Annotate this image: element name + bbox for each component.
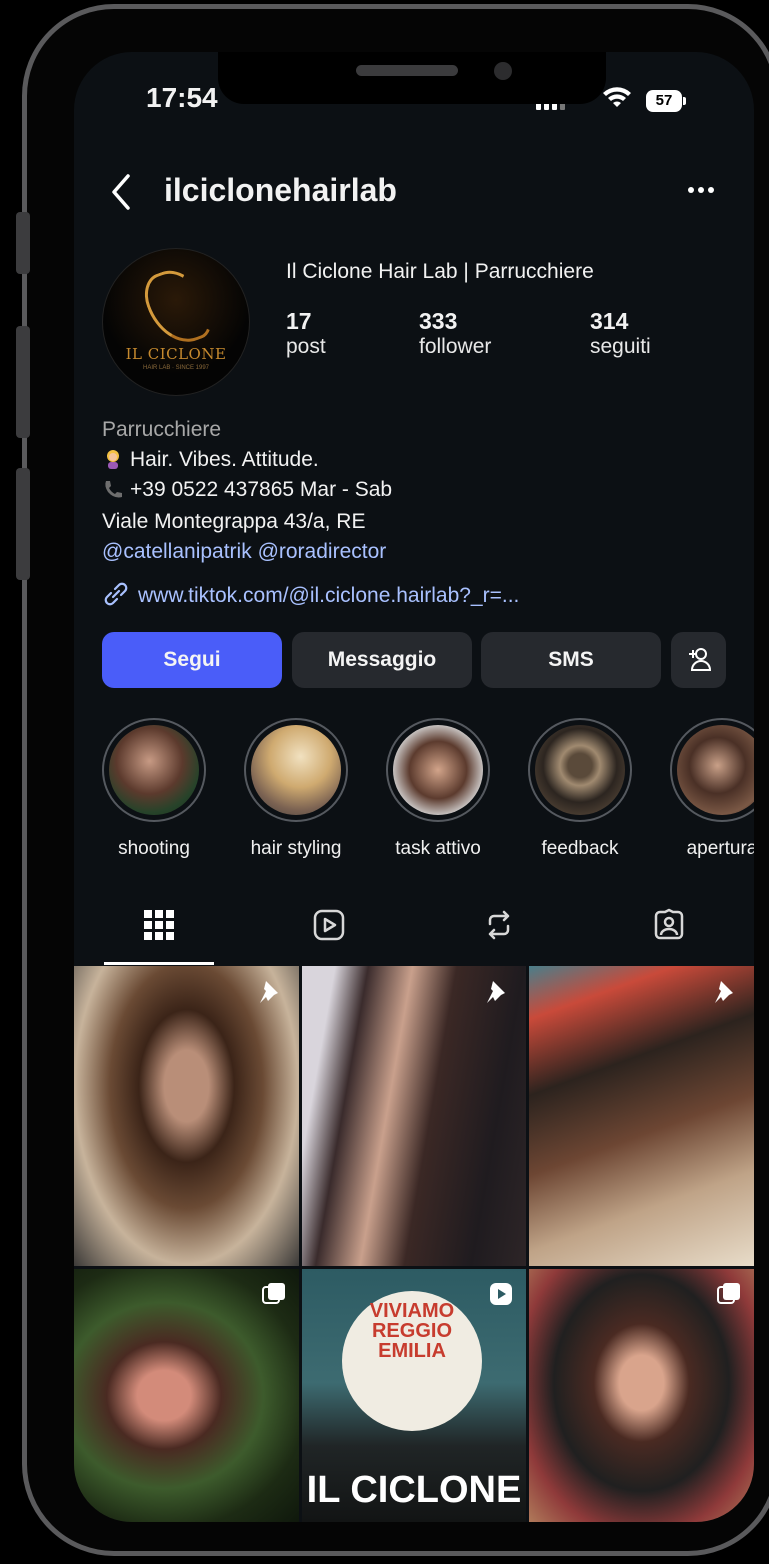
pin-icon — [487, 981, 505, 1003]
link-icon — [104, 582, 128, 606]
post-thumbnail[interactable] — [74, 1269, 299, 1522]
mention-link[interactable]: @roradirector — [258, 540, 387, 563]
profile-username: ilciclonehairlab — [164, 172, 397, 208]
bio-link-text: www.tiktok.com/@il.ciclone.hairlab?_r=..… — [138, 584, 520, 607]
mute-switch — [16, 212, 30, 274]
battery-icon: 57 — [646, 90, 682, 112]
wifi-icon — [602, 86, 632, 117]
stat-posts-value: 17 — [286, 308, 312, 334]
avatar[interactable]: IL CICLONE HAIR LAB · SINCE 1997 — [102, 248, 250, 396]
highlight-ring — [528, 718, 632, 822]
highlight-label: hair styling — [250, 838, 342, 859]
highlight-image — [251, 725, 341, 815]
tab-grid[interactable] — [74, 904, 244, 966]
stat-following-label: seguiti — [590, 335, 651, 358]
highlight-label: feedback — [541, 838, 619, 859]
bio-category: Parrucchiere — [102, 418, 222, 441]
tagged-icon — [654, 908, 684, 940]
avatar-logo-subtext: HAIR LAB · SINCE 1997 — [142, 365, 210, 371]
front-camera — [494, 62, 512, 80]
status-time: 17:54 — [146, 82, 218, 113]
carousel-icon — [717, 1283, 740, 1304]
post-thumbnail[interactable] — [529, 966, 754, 1266]
battery-nub — [683, 97, 686, 105]
tab-tagged[interactable] — [584, 904, 754, 966]
post-thumbnail[interactable] — [74, 966, 299, 1266]
stat-posts[interactable]: 17 post — [286, 308, 326, 359]
highlight-task-attivo[interactable]: task attivo — [382, 718, 494, 860]
profile-tabs — [74, 904, 754, 966]
bio-mentions: @catellanipatrik @roradirector — [102, 540, 386, 564]
telephone-receiver-icon — [105, 481, 122, 498]
grid-icon — [144, 910, 174, 940]
bio-phone: +39 0522 437865 Mar - Sab — [102, 478, 392, 502]
mention-link[interactable]: @catellanipatrik — [102, 540, 252, 563]
bio-tagline: Hair. Vibes. Attitude. — [102, 448, 319, 472]
highlight-shooting[interactable]: shooting — [98, 718, 210, 860]
tab-reels[interactable] — [244, 904, 414, 966]
pin-icon — [260, 981, 278, 1003]
stat-following-value: 314 — [590, 308, 629, 334]
speaker — [356, 65, 458, 76]
highlight-ring — [244, 718, 348, 822]
post-thumbnail[interactable] — [529, 1269, 754, 1522]
stat-followers-value: 333 — [419, 308, 458, 334]
pin-icon — [715, 981, 733, 1003]
reels-icon — [490, 1283, 512, 1305]
highlight-label: shooting — [118, 838, 190, 859]
post-overlay-title: VIVIAMO REGGIO EMILIA — [342, 1301, 482, 1361]
highlight-image — [393, 725, 483, 815]
highlight-label: apertura — [686, 838, 754, 859]
hairdresser-emoji-icon — [107, 450, 119, 469]
stat-posts-label: post — [286, 335, 326, 358]
highlight-ring — [386, 718, 490, 822]
carousel-icon — [262, 1283, 285, 1304]
post-overlay-line: VIVIAMO — [369, 1300, 455, 1322]
add-user-button[interactable] — [671, 632, 726, 688]
display-name: Il Ciclone Hair Lab | Parrucchiere — [286, 260, 594, 283]
logo-swirl — [137, 261, 217, 353]
stat-following[interactable]: 314 seguiti — [590, 308, 651, 359]
highlight-ring — [670, 718, 754, 822]
highlight-image — [109, 725, 199, 815]
post-thumbnail[interactable] — [302, 966, 526, 1266]
chevron-left-icon[interactable] — [108, 172, 134, 220]
bio-link[interactable]: www.tiktok.com/@il.ciclone.hairlab?_r=..… — [102, 582, 519, 608]
volume-up-button — [16, 326, 30, 438]
post-thumbnail[interactable]: VIVIAMO REGGIO EMILIA IL CICLONE — [302, 1269, 526, 1522]
message-button[interactable]: Messaggio — [292, 632, 472, 688]
person-plus-icon — [688, 648, 711, 671]
highlight-feedback[interactable]: feedback — [524, 718, 636, 860]
post-overlay-line: REGGIO — [371, 1320, 452, 1342]
post-overlay-caption: IL CICLONE — [306, 1469, 522, 1511]
bio-phone-text[interactable]: +39 0522 437865 Mar - Sab — [130, 478, 392, 501]
stat-followers-label: follower — [419, 335, 492, 358]
bio-tagline-text: Hair. Vibes. Attitude. — [130, 448, 319, 471]
highlight-image — [535, 725, 625, 815]
avatar-logo-text: IL CICLONE — [125, 345, 227, 363]
highlight-ring — [102, 718, 206, 822]
sms-button[interactable]: SMS — [481, 632, 661, 688]
repost-icon — [488, 910, 510, 940]
screen: 17:54 57 ilciclonehairlab IL CICLONE HAI… — [74, 52, 754, 1522]
tab-reposts[interactable] — [414, 904, 584, 966]
highlight-apertura[interactable]: apertura — [666, 718, 754, 860]
reels-icon — [313, 909, 345, 941]
notch — [218, 52, 606, 104]
follow-button[interactable]: Segui — [102, 632, 282, 688]
bio-address[interactable]: Viale Montegrappa 43/a, RE — [102, 510, 365, 534]
stat-followers[interactable]: 333 follower — [419, 308, 491, 359]
highlight-hair-styling[interactable]: hair styling — [240, 718, 352, 860]
post-overlay-line: EMILIA — [378, 1340, 446, 1362]
highlight-image — [677, 725, 754, 815]
ellipsis-icon[interactable] — [686, 170, 716, 217]
active-tab-indicator — [104, 962, 214, 965]
volume-down-button — [16, 468, 30, 580]
highlight-label: task attivo — [395, 838, 481, 859]
